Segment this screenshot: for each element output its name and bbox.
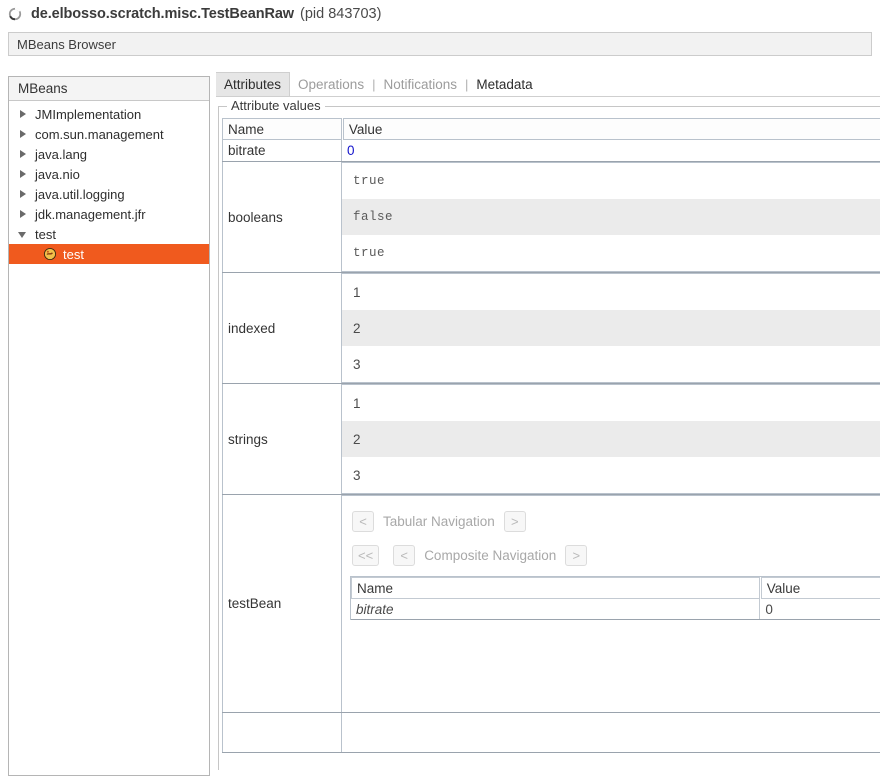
tree-item-java-util-logging[interactable]: java.util.logging [9, 184, 209, 204]
column-header-name[interactable]: Name [222, 118, 342, 140]
attributes-table: Name Value bitrate 0 booleans true false [222, 118, 880, 753]
tree-item-java-lang[interactable]: java.lang [9, 144, 209, 164]
tab-label: Attributes [224, 77, 282, 92]
tree-item-com-sun-management[interactable]: com.sun.management [9, 124, 209, 144]
chevron-down-icon[interactable] [17, 228, 30, 241]
attribute-name: booleans [222, 162, 342, 272]
column-header-name[interactable]: Name [351, 577, 760, 599]
chevron-right-icon[interactable] [17, 168, 30, 181]
tabular-navigation: < Tabular Navigation > [350, 508, 880, 534]
mbeans-tree-body: JMImplementation com.sun.management java… [9, 101, 209, 264]
tree-item-label: JMImplementation [35, 106, 142, 122]
empty-value-cell [342, 713, 880, 752]
tree-item-label: test [35, 226, 56, 242]
list-item: true [353, 246, 386, 260]
table-row[interactable]: booleans true false true [222, 162, 880, 273]
tab-label: Notifications [383, 76, 458, 92]
tree-item-label: jdk.management.jfr [35, 206, 146, 222]
attributes-table-header: Name Value [222, 118, 880, 140]
array-value-list: 1 2 3 [342, 274, 880, 382]
attribute-value: 1 2 3 [342, 384, 880, 494]
mbeans-tree-header: MBeans [9, 77, 209, 101]
list-item: false [342, 199, 880, 235]
composite-item-name: bitrate [351, 599, 761, 619]
list-item: 2 [342, 421, 880, 457]
chevron-right-icon[interactable] [17, 188, 30, 201]
composite-nav-prev-button[interactable]: < [393, 544, 416, 566]
list-item: true [353, 174, 386, 188]
tab-label: Metadata [476, 76, 533, 92]
table-row-empty [222, 713, 880, 753]
array-value-list: true false true [342, 163, 880, 271]
attribute-values-legend: Attribute values [227, 98, 325, 113]
tree-item-label: java.util.logging [35, 186, 125, 202]
composite-navigation: << < Composite Navigation > [350, 542, 880, 568]
detail-tabbar: Attributes Operations | Notifications | … [216, 72, 880, 97]
composite-nav-next-button[interactable]: > [565, 544, 588, 566]
tab-label: Operations [298, 76, 365, 92]
attribute-name: testBean [222, 495, 342, 712]
table-row[interactable]: indexed 1 2 3 [222, 273, 880, 384]
table-row[interactable]: bitrate 0 [351, 599, 880, 620]
list-item: 3 [353, 356, 361, 372]
list-item: 1 [353, 284, 361, 300]
attribute-values-group: Attribute values Name Value bitrate 0 bo… [218, 98, 880, 770]
tab-notifications[interactable]: Notifications [375, 72, 465, 96]
page-title: de.elbosso.scratch.misc.TestBeanRaw [31, 6, 294, 22]
chevron-right-icon[interactable] [17, 108, 30, 121]
process-id-label: (pid 843703) [299, 6, 382, 22]
composite-nav-label: Composite Navigation [424, 547, 557, 563]
window-titlebar: de.elbosso.scratch.misc.TestBeanRaw (pid… [0, 0, 880, 28]
tab-operations[interactable]: Operations [290, 72, 372, 96]
mbeans-browser-tab[interactable]: MBeans Browser [8, 32, 872, 56]
composite-item-value: 0 [760, 599, 880, 619]
attribute-value: 1 2 3 [342, 273, 880, 383]
mbean-detail-panel: Attributes Operations | Notifications | … [216, 72, 880, 778]
chevron-right-icon[interactable] [17, 148, 30, 161]
tab-attributes[interactable]: Attributes [216, 72, 291, 96]
array-value-list: 1 2 3 [342, 385, 880, 493]
tree-item-label: java.nio [35, 166, 80, 182]
tree-item-jdk-management-jfr[interactable]: jdk.management.jfr [9, 204, 209, 224]
attribute-value[interactable]: 0 [342, 140, 880, 161]
tree-item-label: java.lang [35, 146, 88, 162]
chevron-right-icon[interactable] [17, 208, 30, 221]
tabular-nav-prev-button[interactable]: < [352, 510, 374, 532]
tabular-nav-label: Tabular Navigation [383, 513, 495, 529]
mbeans-tree-header-label: MBeans [18, 81, 68, 96]
list-item: 3 [353, 467, 361, 483]
table-row[interactable]: testBean < Tabular Navigation > << < Com… [222, 495, 880, 713]
mbean-icon [43, 247, 57, 261]
loading-spinner-icon [8, 7, 22, 21]
tree-item-label: test [63, 246, 84, 262]
attribute-value: true false true [342, 162, 880, 272]
tree-item-test-bean[interactable]: test [9, 244, 209, 264]
main-split-area: MBeans JMImplementation com.sun.manageme… [0, 66, 880, 781]
chevron-right-icon[interactable] [17, 128, 30, 141]
empty-name-cell [222, 713, 342, 752]
list-item: 1 [353, 395, 361, 411]
composite-inner-table: Name Value bitrate 0 [350, 576, 880, 620]
mbeans-browser-label: MBeans Browser [17, 36, 116, 52]
list-item: 2 [342, 310, 880, 346]
column-header-value[interactable]: Value [342, 118, 880, 140]
tree-item-java-nio[interactable]: java.nio [9, 164, 209, 184]
tree-item-jmximplementation[interactable]: JMImplementation [9, 104, 209, 124]
tree-item-test-domain[interactable]: test [9, 224, 209, 244]
table-row[interactable]: strings 1 2 3 [222, 384, 880, 495]
mbeans-tree-panel: MBeans JMImplementation com.sun.manageme… [8, 76, 210, 776]
tabular-nav-next-button[interactable]: > [503, 510, 526, 532]
attribute-name: bitrate [222, 140, 342, 161]
composite-nav-first-button[interactable]: << [352, 544, 380, 566]
composite-attribute-value: < Tabular Navigation > << < Composite Na… [342, 495, 880, 712]
tab-metadata[interactable]: Metadata [468, 72, 540, 96]
attribute-name: indexed [222, 273, 342, 383]
tree-item-label: com.sun.management [35, 126, 164, 142]
column-header-value[interactable]: Value [760, 577, 880, 599]
composite-table-header: Name Value [351, 577, 880, 599]
table-row[interactable]: bitrate 0 [222, 140, 880, 162]
attribute-name: strings [222, 384, 342, 494]
